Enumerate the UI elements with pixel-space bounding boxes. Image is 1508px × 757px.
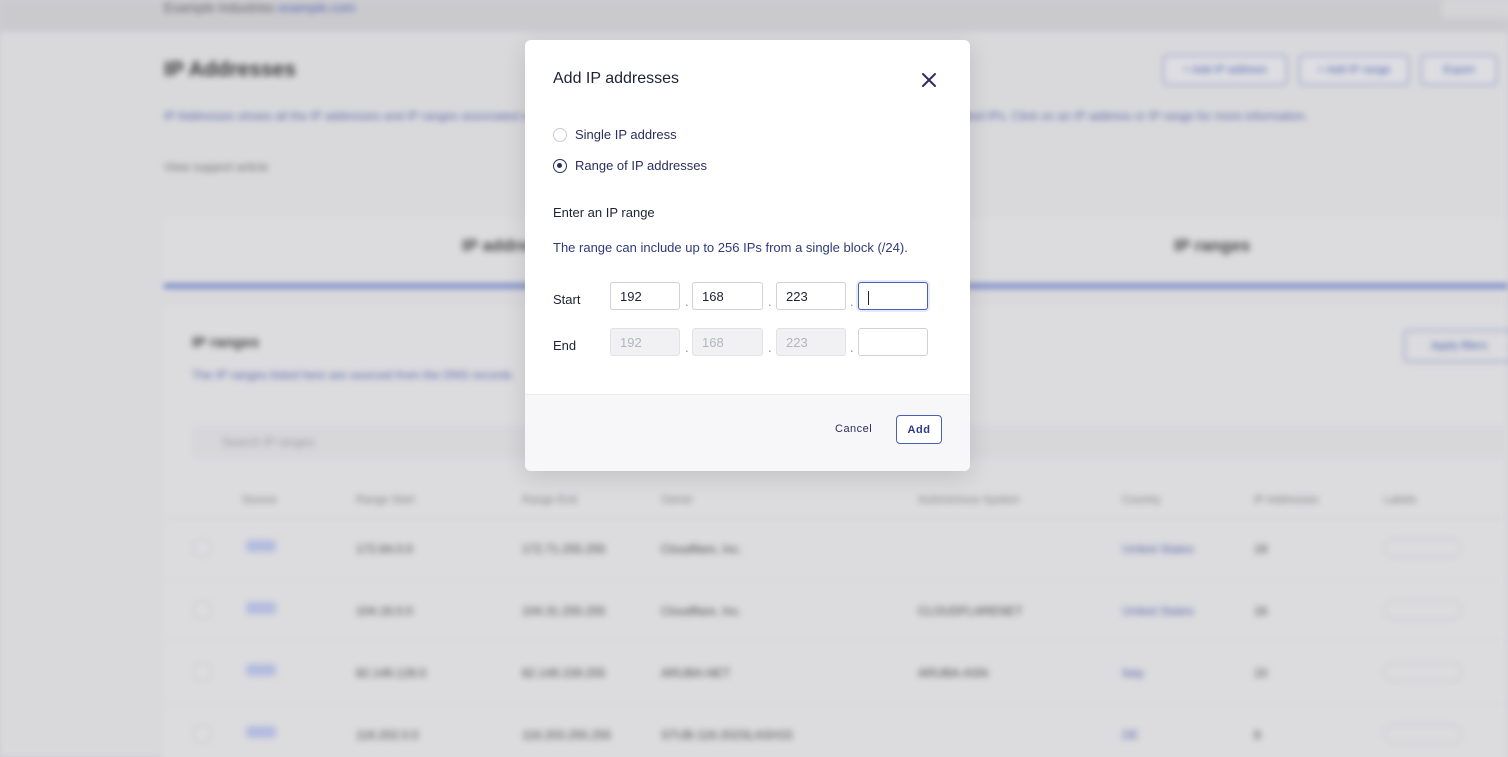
octet-separator: .: [685, 294, 689, 309]
end-octet-2-input: 168: [692, 328, 763, 356]
octet-separator: .: [850, 294, 854, 309]
dialog-title: Add IP addresses: [553, 70, 680, 87]
close-button[interactable]: [917, 68, 941, 92]
start-label: Start: [553, 292, 581, 307]
end-octet-4-input[interactable]: [858, 328, 928, 356]
radio-label: Single IP address: [575, 127, 677, 142]
add-ip-addresses-dialog: Add IP addresses Single IP address Range…: [525, 40, 970, 471]
radio-label: Range of IP addresses: [575, 158, 708, 173]
start-octet-3-input[interactable]: 223: [776, 282, 846, 310]
text-cursor: [868, 290, 869, 305]
end-label: End: [553, 338, 577, 353]
section-label: Enter an IP range: [553, 205, 655, 220]
end-octet-3-input: 223: [776, 328, 846, 356]
octet-separator: .: [768, 294, 772, 309]
start-octet-4-input[interactable]: [858, 282, 928, 310]
octet-separator: .: [768, 340, 772, 355]
radio-ip-range[interactable]: Range of IP addresses: [553, 158, 707, 173]
radio-checked-icon[interactable]: [553, 158, 567, 173]
radio-single-ip[interactable]: Single IP address: [553, 127, 677, 142]
octet-separator: .: [685, 340, 689, 355]
radio-unchecked-icon[interactable]: [553, 127, 567, 142]
start-octet-1-input[interactable]: 192: [610, 282, 680, 310]
helper-text: The range can include up to 256 IPs from…: [553, 240, 908, 255]
close-icon: [922, 73, 936, 87]
end-octet-1-input: 192: [610, 328, 680, 356]
start-octet-2-input[interactable]: 168: [692, 282, 763, 310]
octet-separator: .: [850, 340, 854, 355]
add-button[interactable]: Add: [896, 415, 942, 444]
cancel-button[interactable]: Cancel: [835, 423, 872, 435]
dialog-footer: Cancel Add: [525, 394, 970, 471]
